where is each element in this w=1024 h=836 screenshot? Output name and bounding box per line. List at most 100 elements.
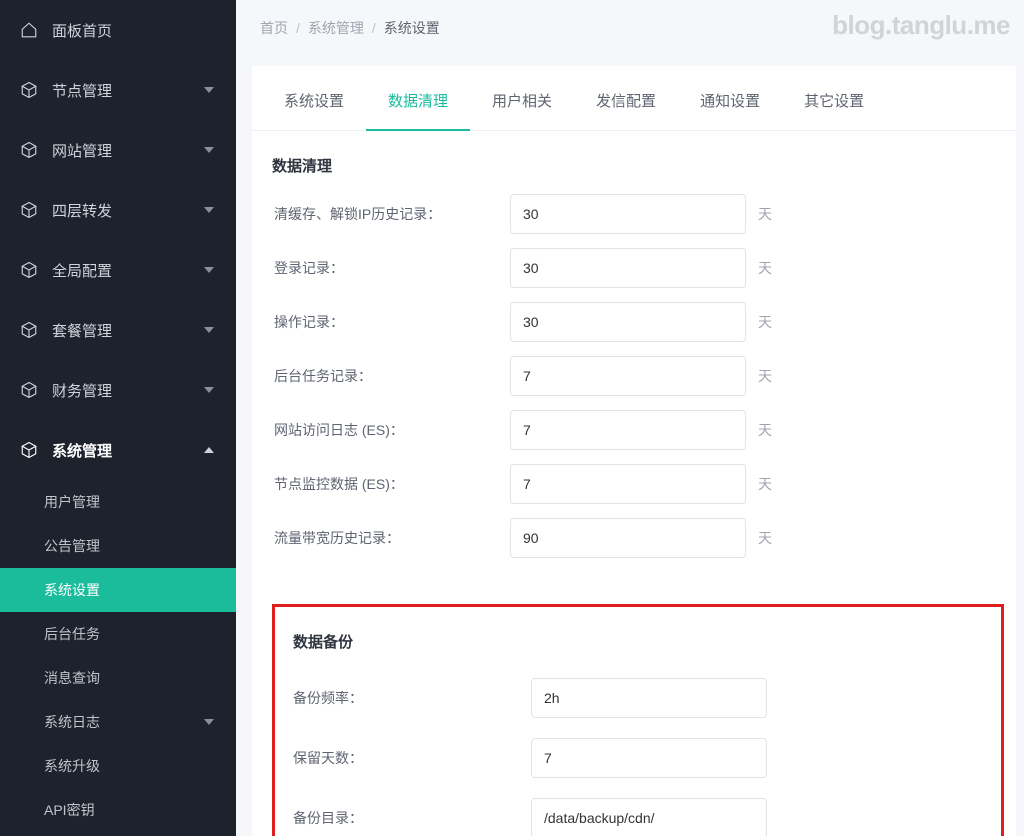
tab-user-related[interactable]: 用户相关: [470, 66, 574, 131]
backup-row-frequency: 备份频率：: [293, 678, 983, 718]
sidebar-sub-label: 用户管理: [44, 492, 100, 512]
form-label: 备份频率：: [293, 688, 531, 708]
sidebar-sub-upgrade[interactable]: 系统升级: [0, 744, 236, 788]
sidebar-item-label: 套餐管理: [52, 320, 112, 341]
sidebar-sub-label: API密钥: [44, 800, 95, 820]
chevron-up-icon: [204, 447, 214, 453]
sidebar-item-system[interactable]: 系统管理: [0, 420, 236, 480]
cube-icon: [20, 81, 38, 99]
sidebar-sub-label: 后台任务: [44, 624, 100, 644]
sidebar-sub-announcements[interactable]: 公告管理: [0, 524, 236, 568]
tab-notify-settings[interactable]: 通知设置: [678, 66, 782, 131]
form-label: 后台任务记录：: [272, 366, 510, 386]
backup-highlight-box: 数据备份 备份频率： 保留天数： 备份目录：: [272, 604, 1004, 836]
sidebar-sub-label: 系统日志: [44, 712, 100, 732]
sidebar-item-label: 节点管理: [52, 80, 112, 101]
sidebar-item-finance[interactable]: 财务管理: [0, 360, 236, 420]
cleanup-title: 数据清理: [272, 155, 996, 176]
form-label: 保留天数：: [293, 748, 531, 768]
cleanup-row-bandwidth-history: 流量带宽历史记录： 天: [272, 518, 996, 558]
cleanup-row-backend-task: 后台任务记录： 天: [272, 356, 996, 396]
sidebar-sub-label: 公告管理: [44, 536, 100, 556]
form-label: 流量带宽历史记录：: [272, 528, 510, 548]
tab-mail-config[interactable]: 发信配置: [574, 66, 678, 131]
sidebar-sub-logs[interactable]: 系统日志: [0, 700, 236, 744]
cleanup-row-operation: 操作记录： 天: [272, 302, 996, 342]
sidebar-sub-system-settings[interactable]: 系统设置: [0, 568, 236, 612]
sidebar: 面板首页 节点管理 网站管理 四层转发 全局配置 套餐管理: [0, 0, 236, 836]
cleanup-input-bandwidth-history[interactable]: [510, 518, 746, 558]
cleanup-row-node-monitor-es: 节点监控数据 (ES)： 天: [272, 464, 996, 504]
main-area: 首页 / 系统管理 / 系统设置 blog.tanglu.me 系统设置 数据清…: [236, 0, 1024, 836]
breadcrumb-sep: /: [296, 20, 300, 36]
breadcrumb-home[interactable]: 首页: [260, 18, 288, 38]
breadcrumb: 首页 / 系统管理 / 系统设置 blog.tanglu.me: [236, 0, 1024, 56]
form-label: 清缓存、解锁IP历史记录：: [272, 204, 510, 224]
sidebar-item-label: 系统管理: [52, 440, 112, 461]
breadcrumb-group[interactable]: 系统管理: [308, 18, 364, 38]
sidebar-item-websites[interactable]: 网站管理: [0, 120, 236, 180]
form-label: 备份目录：: [293, 808, 531, 828]
backup-row-retention: 保留天数：: [293, 738, 983, 778]
sidebar-item-nodes[interactable]: 节点管理: [0, 60, 236, 120]
cleanup-row-cache-iplock: 清缓存、解锁IP历史记录： 天: [272, 194, 996, 234]
backup-input-frequency[interactable]: [531, 678, 767, 718]
unit-days: 天: [758, 420, 772, 440]
content-panel: 系统设置 数据清理 用户相关 发信配置 通知设置 其它设置 数据清理 清缓存、解…: [252, 66, 1016, 836]
cleanup-input-cache-iplock[interactable]: [510, 194, 746, 234]
chevron-down-icon: [204, 87, 214, 93]
sidebar-item-l4forward[interactable]: 四层转发: [0, 180, 236, 240]
cleanup-section: 数据清理 清缓存、解锁IP历史记录： 天 登录记录： 天 操作记录： 天 后台任…: [252, 131, 1016, 580]
form-label: 网站访问日志 (ES)：: [272, 420, 510, 440]
cleanup-input-node-monitor-es[interactable]: [510, 464, 746, 504]
unit-days: 天: [758, 366, 772, 386]
home-icon: [20, 21, 38, 39]
tab-bar: 系统设置 数据清理 用户相关 发信配置 通知设置 其它设置: [252, 66, 1016, 131]
breadcrumb-current: 系统设置: [384, 18, 440, 38]
chevron-down-icon: [204, 147, 214, 153]
sidebar-sub-label: 系统设置: [44, 580, 100, 600]
cleanup-row-login: 登录记录： 天: [272, 248, 996, 288]
backup-row-directory: 备份目录：: [293, 798, 983, 836]
sidebar-sub-tasks[interactable]: 后台任务: [0, 612, 236, 656]
sidebar-item-label: 四层转发: [52, 200, 112, 221]
chevron-down-icon: [204, 207, 214, 213]
unit-days: 天: [758, 312, 772, 332]
sidebar-sub-apikeys[interactable]: API密钥: [0, 788, 236, 832]
sidebar-item-plans[interactable]: 套餐管理: [0, 300, 236, 360]
unit-days: 天: [758, 204, 772, 224]
cleanup-input-backend-task[interactable]: [510, 356, 746, 396]
cleanup-row-access-log-es: 网站访问日志 (ES)： 天: [272, 410, 996, 450]
unit-days: 天: [758, 258, 772, 278]
backup-input-directory[interactable]: [531, 798, 767, 836]
sidebar-sub-messages[interactable]: 消息查询: [0, 656, 236, 700]
sidebar-item-label: 财务管理: [52, 380, 112, 401]
sidebar-sub-label: 系统升级: [44, 756, 100, 776]
cube-icon: [20, 321, 38, 339]
cube-icon: [20, 261, 38, 279]
form-label: 节点监控数据 (ES)：: [272, 474, 510, 494]
tab-other-settings[interactable]: 其它设置: [782, 66, 886, 131]
cleanup-input-login[interactable]: [510, 248, 746, 288]
unit-days: 天: [758, 474, 772, 494]
backup-input-retention[interactable]: [531, 738, 767, 778]
chevron-down-icon: [204, 719, 214, 725]
form-label: 登录记录：: [272, 258, 510, 278]
cube-icon: [20, 141, 38, 159]
sidebar-item-global[interactable]: 全局配置: [0, 240, 236, 300]
sidebar-sub-users[interactable]: 用户管理: [0, 480, 236, 524]
tab-system-settings[interactable]: 系统设置: [262, 66, 366, 131]
sidebar-item-label: 全局配置: [52, 260, 112, 281]
sidebar-item-dashboard[interactable]: 面板首页: [0, 0, 236, 60]
cleanup-input-operation[interactable]: [510, 302, 746, 342]
chevron-down-icon: [204, 267, 214, 273]
sidebar-item-label: 网站管理: [52, 140, 112, 161]
chevron-down-icon: [204, 387, 214, 393]
unit-days: 天: [758, 528, 772, 548]
cube-icon: [20, 381, 38, 399]
watermark-text: blog.tanglu.me: [832, 10, 1010, 41]
sidebar-item-label: 面板首页: [52, 20, 112, 41]
sidebar-sub-label: 消息查询: [44, 668, 100, 688]
tab-data-cleanup[interactable]: 数据清理: [366, 66, 470, 131]
cleanup-input-access-log-es[interactable]: [510, 410, 746, 450]
